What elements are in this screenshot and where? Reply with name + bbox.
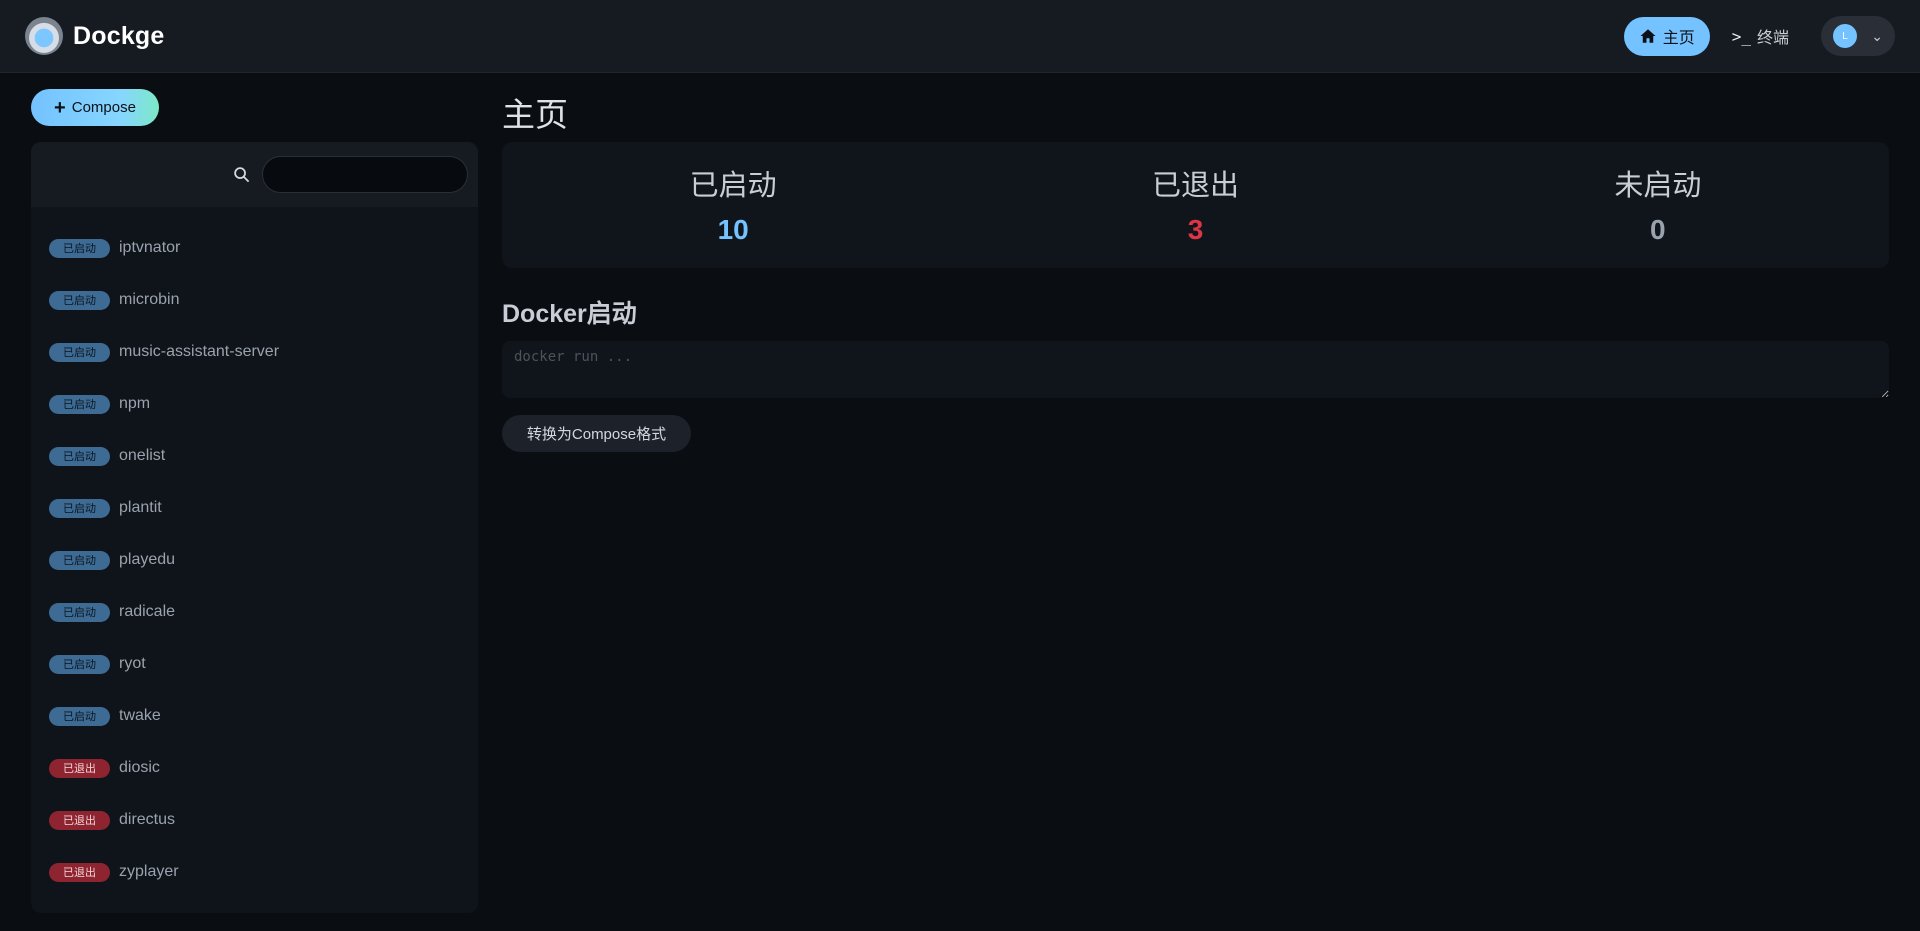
sidebar-search-bar [31,142,478,207]
status-badge: 已启动 [49,550,110,570]
compose-button-label: Compose [71,99,136,116]
stack-name: directus [119,811,176,828]
status-badge: 已启动 [49,654,110,674]
status-badge: 已启动 [49,290,110,310]
search-icon [234,167,250,183]
brand-name: Dockge [73,21,165,50]
stat-item: 已启动 10 [502,142,964,268]
stack-name: onelist [119,447,166,464]
stack-list-item[interactable]: 已启动 onelist [31,430,478,482]
status-badge: 已启动 [49,446,110,466]
page-title: 主页 [502,96,568,133]
stack-list-item[interactable]: 已启动 iptvnator [31,222,478,274]
status-badge: 已启动 [49,706,110,726]
convert-to-compose-button[interactable]: 转换为Compose格式 [502,415,691,452]
status-badge: 已启动 [49,498,110,518]
stat-value: 10 [717,214,749,245]
stack-list-item[interactable]: 已启动 plantit [31,482,478,534]
docker-run-input[interactable] [502,341,1889,398]
terminal-icon: >_ [1731,26,1751,46]
stack-name: radicale [119,603,176,620]
avatar: L [1833,24,1857,48]
stats-panel: 已启动 10 已退出 3 未启动 0 [502,142,1889,268]
stack-list-item[interactable]: 已启动 npm [31,378,478,430]
top-header: Dockge 主页 >_ 终端 L ⌄ [0,0,1920,73]
status-badge: 已启动 [49,238,110,258]
brand[interactable]: Dockge [25,17,165,55]
stat-value: 0 [1650,214,1666,245]
stack-name: plantit [119,499,162,516]
stack-name: zyplayer [119,863,179,880]
compose-button[interactable]: + Compose [31,89,159,126]
stat-item: 已退出 3 [964,142,1426,268]
stat-label: 已退出 [1151,170,1239,202]
stack-name: diosic [119,759,160,776]
stack-name: ryot [119,655,146,672]
nav-terminal-label: 终端 [1756,30,1789,47]
status-badge: 已退出 [49,862,110,882]
stack-name: iptvnator [119,239,181,256]
stack-list-item[interactable]: 已退出 directus [31,794,478,846]
stat-label: 已启动 [689,170,777,202]
search-input[interactable] [262,156,468,193]
stack-name: npm [119,395,151,412]
nav-home-label: 主页 [1662,30,1695,47]
status-badge: 已启动 [49,602,110,622]
status-badge: 已启动 [49,342,110,362]
stack-list: 已启动 iptvnator 已启动 microbin 已启动 music-assistan… [31,207,478,898]
stack-list-item[interactable]: 已启动 microbin [31,274,478,326]
stat-item: 未启动 0 [1427,142,1889,268]
profile-dropdown[interactable]: L ⌄ [1821,16,1895,56]
stack-sidebar: 已启动 iptvnator 已启动 microbin 已启动 music-assistan… [31,142,478,913]
nav-home-button[interactable]: 主页 [1623,16,1710,56]
status-badge: 已退出 [49,810,110,830]
stack-list-item[interactable]: 已启动 playedu [31,534,478,586]
stack-list-item[interactable]: 已启动 radicale [31,586,478,638]
chevron-down-icon: ⌄ [1871,27,1883,44]
stack-name: playedu [119,551,176,568]
stat-label: 未启动 [1614,170,1702,202]
status-badge: 已启动 [49,394,110,414]
stat-value: 3 [1187,214,1204,245]
stack-list-item[interactable]: 已启动 ryot [31,638,478,690]
stack-name: twake [119,707,161,724]
stack-name: music-assistant-server [119,343,280,360]
stack-list-item[interactable]: 已退出 zyplayer [31,846,478,898]
stack-name: microbin [119,291,180,308]
stack-list-item[interactable]: 已启动 twake [31,690,478,742]
stack-list-item[interactable]: 已退出 diosic [31,742,478,794]
dockge-logo-icon [25,17,63,55]
stack-list-item[interactable]: 已启动 music-assistant-server [31,326,478,378]
docker-run-title: Docker启动 [502,300,637,328]
home-icon [1640,29,1656,43]
status-badge: 已退出 [49,758,110,778]
nav-terminal-button[interactable]: >_ 终端 [1724,17,1797,56]
plus-icon: + [54,96,66,119]
top-nav: 主页 >_ 终端 L ⌄ [1623,16,1895,56]
convert-button-label: 转换为Compose格式 [526,426,667,443]
